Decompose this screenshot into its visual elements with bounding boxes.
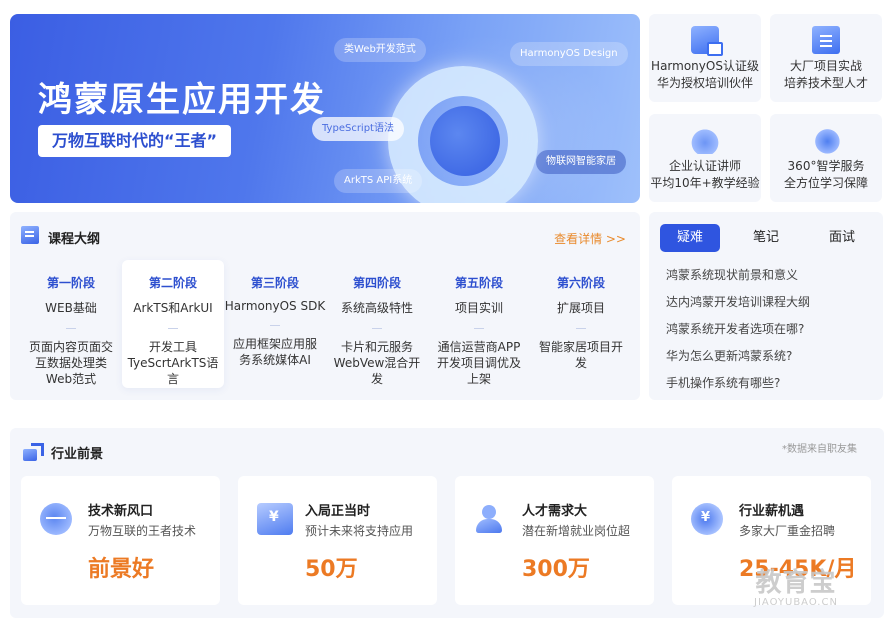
industry-card: 人才需求大 潜在新增就业岗位超 300万 <box>455 476 654 605</box>
faq-link[interactable]: 手机操作系统有哪些? <box>666 370 810 397</box>
feature-line: 大厂项目实战 <box>789 59 862 73</box>
stage-name: 第六阶段 <box>556 276 605 290</box>
feature-line: 华为授权培训伙伴 <box>656 76 753 90</box>
banner-title: 鸿蒙原生应用开发 <box>38 80 326 120</box>
faq-link[interactable]: 华为怎么更新鸿蒙系统? <box>666 343 810 370</box>
salary-growth-icon <box>691 503 723 535</box>
trend-up-icon <box>23 443 43 461</box>
banner-subtitle: 万物互联时代的“王者” <box>38 125 232 157</box>
stage-topic: 项目实训 <box>454 301 503 315</box>
feature-line: 培养技术型人才 <box>783 76 868 90</box>
feature-line: HarmonyOS认证级 <box>651 59 759 73</box>
stage-item[interactable]: 第四阶段 系统高级特性 卡片和元服务WebVew混合开发 <box>326 260 428 388</box>
tab-difficult[interactable]: 疑难 <box>660 224 720 252</box>
card-subtitle: 潜在新增就业岗位超 <box>522 524 631 538</box>
feature-card-certification[interactable]: HarmonyOS认证级 华为授权培训伙伴 <box>649 14 761 102</box>
industry-card: 入局正当时 预计未来将支持应用 50万 <box>238 476 437 605</box>
card-title: 行业薪机遇 <box>739 504 805 519</box>
stage-name: 第一阶段 <box>46 276 95 290</box>
stage-desc: 页面内容页面交互数据处理类Web范式 <box>28 340 113 386</box>
card-subtitle: 万物互联的王者技术 <box>88 524 197 538</box>
faq-panel: 疑难 笔记 面试 鸿蒙系统现状前景和意义 达内鸿蒙开发培训课程大纲 鸿蒙系统开发… <box>649 212 883 400</box>
course-outline-panel: 课程大纲 查看详情 >> 第一阶段 WEB基础 页面内容页面交互数据处理类Web… <box>10 212 640 400</box>
stage-item-active[interactable]: 第二阶段 ArkTS和ArkUI 开发工具TyeScrtArkTS语言 <box>122 260 224 388</box>
card-title: 技术新风口 <box>88 504 154 519</box>
industry-title: 行业前景 <box>51 447 104 462</box>
tab-interview[interactable]: 面试 <box>812 224 872 252</box>
medal-service-icon <box>812 126 840 154</box>
stage-topic: ArkTS和ArkUI <box>133 301 213 315</box>
banner-tag: 类Web开发范式 <box>334 38 426 62</box>
stage-name: 第四阶段 <box>352 276 401 290</box>
tab-notes[interactable]: 笔记 <box>736 224 796 252</box>
stage-item[interactable]: 第六阶段 扩展项目 智能家居项目开发 <box>530 260 632 388</box>
stage-divider <box>474 328 484 329</box>
card-value: 50万 <box>305 557 358 582</box>
stage-item[interactable]: 第一阶段 WEB基础 页面内容页面交互数据处理类Web范式 <box>20 260 122 388</box>
feature-line: 全方位学习保障 <box>783 176 868 190</box>
banner-tag: ArkTS API系统 <box>334 169 423 193</box>
certificate-icon <box>691 26 723 56</box>
cloud-teacher-icon <box>691 126 719 154</box>
stage-list: 第一阶段 WEB基础 页面内容页面交互数据处理类Web范式 第二阶段 ArkTS… <box>20 260 632 388</box>
industry-card: 技术新风口 万物互联的王者技术 前景好 <box>21 476 220 605</box>
feature-line: 平均10年+教学经验 <box>650 176 760 190</box>
stage-divider <box>168 328 178 329</box>
stage-name: 第三阶段 <box>250 276 299 290</box>
card-title: 人才需求大 <box>522 504 588 519</box>
user-plus-icon <box>474 503 510 535</box>
stage-divider <box>372 328 382 329</box>
stage-topic: 系统高级特性 <box>340 301 413 315</box>
banner-tag: 物联网智能家居 <box>536 150 626 174</box>
card-subtitle: 预计未来将支持应用 <box>305 524 414 538</box>
stage-divider <box>576 328 586 329</box>
stage-divider <box>66 328 76 329</box>
feature-card-service[interactable]: 360°智学服务 全方位学习保障 <box>770 114 882 202</box>
banner-tag: TypeScript语法 <box>312 117 404 141</box>
feature-line: 360°智学服务 <box>787 159 865 173</box>
faq-link[interactable]: 鸿蒙系统现状前景和意义 <box>666 262 810 289</box>
stage-divider <box>270 325 280 326</box>
card-subtitle: 多家大厂重金招聘 <box>739 524 836 538</box>
stage-item[interactable]: 第五阶段 项目实训 通信运营商APP开发项目调优及上架 <box>428 260 530 388</box>
stage-name: 第二阶段 <box>148 276 197 290</box>
stage-desc: 通信运营商APP开发项目调优及上架 <box>436 340 521 386</box>
stage-desc: 智能家居项目开发 <box>538 340 623 370</box>
outline-title: 课程大纲 <box>48 232 101 247</box>
project-folder-icon <box>812 26 840 54</box>
faq-list: 鸿蒙系统现状前景和意义 达内鸿蒙开发培训课程大纲 鸿蒙系统开发者选项在哪? 华为… <box>666 262 810 397</box>
stage-desc: 应用框架应用服务系统媒体AI <box>232 337 317 367</box>
stage-topic: HarmonyOS SDK <box>224 299 326 313</box>
stage-name: 第五阶段 <box>454 276 503 290</box>
hero-banner[interactable]: 鸿蒙原生应用开发 万物互联时代的“王者” 类Web开发范式 HarmonyOS … <box>10 14 640 203</box>
card-value: 前景好 <box>88 557 155 582</box>
feature-card-teachers[interactable]: 企业认证讲师 平均10年+教学经验 <box>649 114 761 202</box>
stage-topic: 扩展项目 <box>556 301 605 315</box>
stage-desc: 开发工具TyeScrtArkTS语言 <box>127 340 219 386</box>
watermark-en: JIAOYUBAO.CN <box>754 597 838 608</box>
feature-card-projects[interactable]: 大厂项目实战 培养技术型人才 <box>770 14 882 102</box>
stage-item[interactable]: 第三阶段 HarmonyOS SDK 应用框架应用服务系统媒体AI <box>224 260 326 388</box>
feature-line: 企业认证讲师 <box>668 159 741 173</box>
outline-list-icon <box>21 226 39 244</box>
card-value: 300万 <box>522 557 590 582</box>
faq-link[interactable]: 达内鸿蒙开发培训课程大纲 <box>666 289 810 316</box>
stage-desc: 卡片和元服务WebVew混合开发 <box>333 340 421 386</box>
globe-icon <box>40 503 72 535</box>
faq-tabs: 疑难 笔记 面试 <box>660 224 888 252</box>
watermark-cn: 教育宝 <box>755 568 837 598</box>
banner-tag: HarmonyOS Design <box>510 42 628 66</box>
view-details-link[interactable]: 查看详情 >> <box>554 230 626 247</box>
stage-topic: WEB基础 <box>45 301 97 315</box>
industry-panel: 行业前景 *数据来自职友集 技术新风口 万物互联的王者技术 前景好 入局正当时 … <box>10 428 884 618</box>
faq-link[interactable]: 鸿蒙系统开发者选项在哪? <box>666 316 810 343</box>
card-title: 入局正当时 <box>305 504 371 519</box>
harmony-ring-center <box>430 106 500 176</box>
data-source-note: *数据来自职友集 <box>782 444 857 455</box>
money-icon <box>257 503 293 535</box>
watermark: 教育宝 JIAOYUBAO.CN <box>754 562 838 608</box>
